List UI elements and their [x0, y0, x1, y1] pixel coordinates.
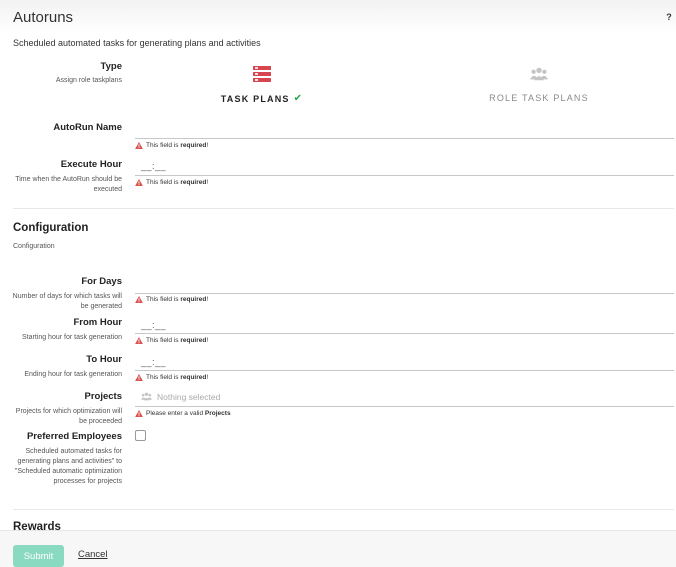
from-hour-help: Starting hour for task generation [21, 334, 122, 341]
configuration-title: Configuration [13, 222, 89, 234]
from-hour-error: This field is required! [135, 337, 208, 344]
section-divider [13, 208, 674, 209]
autorun-name-input[interactable] [135, 138, 674, 139]
warning-icon [135, 142, 143, 149]
warning-icon [135, 374, 143, 381]
type-option-label: ROLE TASK PLANS [489, 93, 589, 103]
type-help: Assign role taskplans [55, 77, 122, 84]
projects-select[interactable] [135, 406, 674, 407]
to-hour-error: This field is required! [135, 374, 208, 381]
for-days-label: For Days [81, 276, 122, 287]
check-icon: ✔ [293, 93, 304, 104]
for-days-input[interactable] [135, 293, 674, 294]
type-option-role-task-plans[interactable]: ROLE TASK PLANS [484, 66, 594, 103]
preferred-employees-checkbox[interactable] [135, 430, 146, 441]
for-days-help: Number of days for which tasks will be g… [12, 293, 122, 310]
execute-hour-input[interactable] [135, 175, 674, 176]
people-icon [530, 67, 548, 81]
projects-error: Please enter a valid Projects [135, 410, 231, 417]
page-subtitle: Scheduled automated tasks for generating… [13, 38, 261, 48]
projects-help: Projects for which optimization will be … [15, 408, 122, 425]
execute-hour-error: This field is required! [135, 179, 208, 186]
configuration-subtitle: Configuration [13, 243, 55, 250]
warning-icon [135, 337, 143, 344]
from-hour-label: From Hour [73, 317, 122, 328]
from-hour-input[interactable] [135, 333, 674, 334]
autorun-name-label: AutoRun Name [53, 122, 122, 133]
autorun-name-error: This field is required! [135, 142, 208, 149]
submit-button[interactable]: Submit [13, 545, 64, 567]
help-icon[interactable]: ? [665, 12, 673, 22]
projects-label: Projects [84, 391, 123, 402]
form-footer: Submit Cancel [0, 530, 676, 567]
execute-hour-help: Time when the AutoRun should be executed [15, 176, 122, 193]
to-hour-help: Ending hour for task generation [24, 371, 122, 378]
warning-icon [135, 410, 143, 417]
section-divider [13, 509, 674, 510]
page-header: Autoruns ? [0, 0, 676, 34]
page-title: Autoruns [13, 9, 74, 26]
tasks-icon [253, 66, 271, 82]
execute-hour-value: __:__ [141, 161, 167, 171]
execute-hour-label: Execute Hour [60, 159, 122, 170]
from-hour-value: __:__ [141, 320, 167, 330]
to-hour-input[interactable] [135, 370, 674, 371]
warning-icon [135, 179, 143, 186]
preferred-employees-label: Preferred Employees [26, 431, 122, 442]
warning-icon [135, 296, 143, 303]
type-option-label: TASK PLANS [220, 93, 290, 104]
preferred-employees-help: Scheduled automated tasks for generating… [14, 448, 122, 485]
cancel-link[interactable]: Cancel [78, 549, 108, 560]
type-option-task-plans[interactable]: TASK PLANS ✔ [214, 66, 310, 104]
to-hour-value: __:__ [141, 357, 167, 367]
to-hour-label: To Hour [86, 354, 122, 365]
for-days-error: This field is required! [135, 296, 208, 303]
type-label: Type [100, 61, 122, 72]
projects-placeholder: Nothing selected [157, 392, 221, 402]
people-icon [141, 392, 152, 401]
